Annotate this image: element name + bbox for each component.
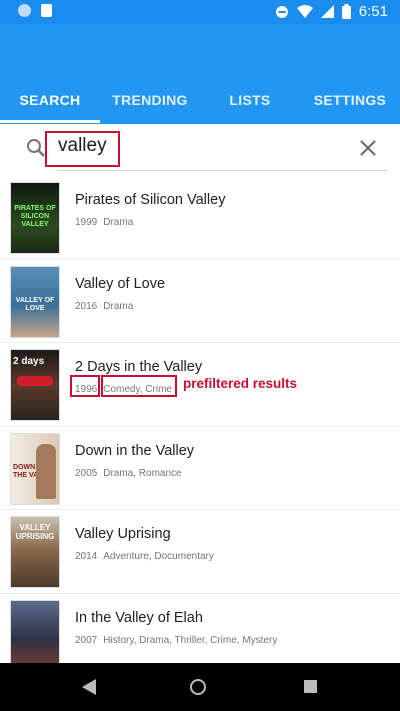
poster-text: 2 days bbox=[13, 356, 45, 367]
movie-poster: VALLEY UPRISING bbox=[10, 516, 60, 588]
tab-search[interactable]: SEARCH bbox=[0, 88, 100, 124]
movie-poster: PIRATES OF SILICON VALLEY bbox=[10, 182, 60, 254]
genres-highlight-box bbox=[101, 375, 177, 397]
movie-genres: Drama, Romance bbox=[103, 467, 182, 479]
movie-year: 2005 bbox=[75, 467, 98, 479]
movie-year: 2014 bbox=[75, 551, 98, 562]
movie-poster: VALLEY OF LOVE bbox=[10, 265, 60, 338]
list-item[interactable]: DOWN IN THE VALLEY Down in the Valley 20… bbox=[0, 427, 400, 510]
movie-meta: 1999 Drama bbox=[75, 217, 139, 228]
movie-year: 1999 bbox=[75, 217, 98, 228]
movie-poster: 2 days bbox=[10, 349, 60, 421]
search-icon bbox=[27, 139, 45, 157]
poster-text: PIRATES OF SILICON VALLEY bbox=[14, 205, 56, 228]
signal-icon bbox=[320, 5, 334, 18]
tab-trending[interactable]: TRENDING bbox=[100, 88, 200, 124]
movie-title: Valley of Love bbox=[75, 275, 166, 292]
movie-meta: 2014 Adventure, Documentary bbox=[75, 551, 220, 562]
movie-year: 2016 bbox=[75, 300, 98, 312]
tab-settings[interactable]: SETTINGS bbox=[300, 88, 400, 124]
poster-text: VALLEY OF LOVE bbox=[15, 296, 55, 312]
navigation-bar bbox=[0, 663, 400, 711]
movie-title: Pirates of Silicon Valley bbox=[75, 192, 226, 208]
close-icon[interactable] bbox=[360, 140, 376, 156]
battery-icon bbox=[341, 4, 351, 19]
search-underline bbox=[58, 170, 388, 171]
poster-graphic bbox=[17, 376, 53, 386]
movie-genres: Adventure, Documentary bbox=[103, 551, 214, 562]
movie-genres: Drama bbox=[103, 217, 134, 228]
active-tab-indicator bbox=[0, 120, 100, 123]
home-icon[interactable] bbox=[190, 679, 206, 695]
movie-title: Valley Uprising bbox=[75, 526, 171, 542]
movie-title: In the Valley of Elah bbox=[75, 609, 203, 626]
wifi-icon bbox=[296, 5, 313, 18]
do-not-disturb-icon bbox=[275, 5, 288, 18]
recents-icon[interactable] bbox=[304, 680, 317, 693]
list-item[interactable]: PIRATES OF SILICON VALLEY Pirates of Sil… bbox=[0, 176, 400, 260]
results-list: PIRATES OF SILICON VALLEY Pirates of Sil… bbox=[0, 176, 400, 677]
movie-title: 2 Days in the Valley bbox=[75, 359, 203, 375]
tab-lists[interactable]: LISTS bbox=[200, 88, 300, 124]
movie-genres: Drama bbox=[103, 300, 134, 312]
movie-year: 2007 bbox=[75, 634, 98, 646]
notification-icon bbox=[18, 4, 31, 17]
status-bar: 6:51 bbox=[0, 0, 400, 24]
movie-meta: 2016 Drama bbox=[75, 301, 139, 312]
movie-meta: 2005 Drama, Romance bbox=[75, 468, 188, 479]
movie-genres: History, Drama, Thriller, Crime, Mystery bbox=[103, 634, 278, 646]
movie-title: Down in the Valley bbox=[75, 442, 195, 459]
back-icon[interactable] bbox=[82, 679, 96, 695]
clock: 6:51 bbox=[358, 3, 388, 20]
list-item[interactable]: VALLEY UPRISING Valley Uprising 2014 Adve… bbox=[0, 510, 400, 594]
list-item[interactable]: VALLEY OF LOVE Valley of Love 2016 Drama bbox=[0, 260, 400, 343]
poster-graphic bbox=[36, 443, 56, 499]
movie-poster: DOWN IN THE VALLEY bbox=[10, 432, 60, 505]
search-highlight-box bbox=[45, 131, 120, 167]
annotation-label: prefiltered results bbox=[183, 376, 298, 391]
year-highlight-box bbox=[70, 375, 100, 397]
movie-poster bbox=[10, 599, 60, 672]
sd-card-icon bbox=[41, 4, 52, 17]
poster-text: VALLEY UPRISING bbox=[15, 523, 55, 541]
tab-bar: SEARCH TRENDING LISTS SETTINGS bbox=[0, 88, 400, 124]
movie-meta: 2007 History, Drama, Thriller, Crime, Mys… bbox=[75, 635, 283, 646]
app-bar: SEARCH TRENDING LISTS SETTINGS bbox=[0, 24, 400, 124]
